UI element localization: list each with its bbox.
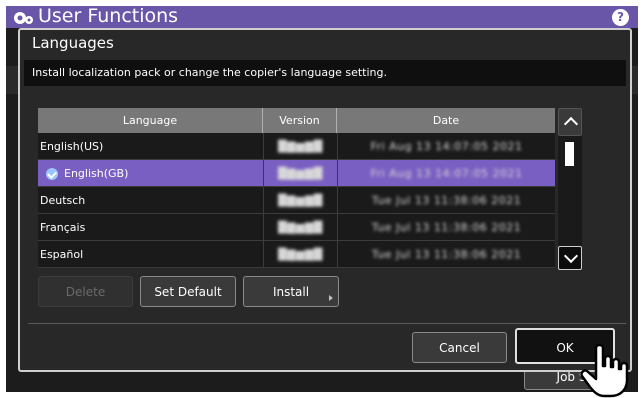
app-header: User Functions ?	[6, 5, 638, 28]
help-button[interactable]: ?	[612, 9, 629, 26]
scroll-down-button[interactable]	[558, 246, 582, 270]
date-cell: Fri Aug 13 14:07:05 2021	[337, 133, 555, 160]
table-row[interactable]: Français █▇▆▇█ Tue Jul 13 11:38:06 2021	[38, 214, 555, 241]
date-value: Fri Aug 13 14:07:05 2021	[370, 167, 523, 180]
checkmark-icon	[46, 168, 58, 180]
version-value: █▇▆▇█	[278, 221, 323, 234]
date-value: Fri Aug 13 14:07:05 2021	[370, 140, 523, 153]
gear-icon	[14, 12, 33, 24]
language-cell: Français	[40, 221, 86, 234]
version-value: █▇▆▇█	[278, 248, 323, 261]
install-button[interactable]: Install	[243, 276, 339, 307]
language-cell: English(US)	[40, 140, 104, 153]
header-date: Date	[432, 114, 460, 127]
table-scrollbar[interactable]	[558, 108, 582, 270]
date-value: Tue Jul 13 11:38:06 2021	[371, 248, 522, 261]
scroll-thumb[interactable]	[565, 142, 574, 166]
date-cell: Tue Jul 13 11:38:06 2021	[337, 214, 555, 241]
chevron-up-icon	[563, 116, 579, 132]
date-value: Tue Jul 13 11:38:06 2021	[371, 221, 522, 234]
version-cell: █▇▆▇█	[263, 133, 337, 160]
pointer-hand-icon	[580, 343, 629, 398]
dialog-description: Install localization pack or change the …	[32, 66, 387, 79]
language-cell: Español	[40, 248, 84, 261]
date-value: Tue Jul 13 11:38:06 2021	[371, 194, 522, 207]
table-header: Language Version Date	[38, 108, 555, 133]
date-cell: Tue Jul 13 11:38:06 2021	[337, 241, 555, 268]
set-default-button[interactable]: Set Default	[140, 276, 236, 307]
date-cell: Fri Aug 13 14:07:05 2021	[337, 160, 555, 187]
date-cell: Tue Jul 13 11:38:06 2021	[337, 187, 555, 214]
scroll-up-button[interactable]	[558, 108, 582, 136]
language-cell: Deutsch	[40, 194, 86, 207]
delete-button[interactable]: Delete	[38, 276, 133, 307]
table-row[interactable]: English(US) █▇▆▇█ Fri Aug 13 14:07:05 20…	[38, 133, 555, 160]
language-label: English(GB)	[64, 167, 129, 180]
version-cell: █▇▆▇█	[263, 160, 337, 187]
header-version: Version	[263, 108, 337, 133]
languages-dialog: Languages Install localization pack or c…	[18, 28, 632, 372]
divider	[28, 323, 626, 324]
table-row-selected[interactable]: English(GB) █▇▆▇█ Fri Aug 13 14:07:05 20…	[38, 160, 555, 187]
version-cell: █▇▆▇█	[263, 214, 337, 241]
dialog-title: Languages	[32, 34, 114, 52]
table-row[interactable]: Español █▇▆▇█ Tue Jul 13 11:38:06 2021	[38, 241, 555, 268]
version-value: █▇▆▇█	[278, 140, 323, 153]
app-title: User Functions	[38, 5, 179, 27]
languages-table: Language Version Date English(US) █▇▆▇█ …	[38, 108, 555, 268]
language-cell: English(GB)	[46, 160, 268, 187]
cancel-button[interactable]: Cancel	[412, 332, 507, 363]
chevron-down-icon	[563, 248, 579, 264]
table-row[interactable]: Deutsch █▇▆▇█ Tue Jul 13 11:38:06 2021	[38, 187, 555, 214]
header-language: Language	[38, 108, 263, 133]
version-cell: █▇▆▇█	[263, 241, 337, 268]
version-value: █▇▆▇█	[278, 194, 323, 207]
version-value: █▇▆▇█	[278, 167, 323, 180]
description-bar: Install localization pack or change the …	[24, 60, 626, 86]
version-cell: █▇▆▇█	[263, 187, 337, 214]
